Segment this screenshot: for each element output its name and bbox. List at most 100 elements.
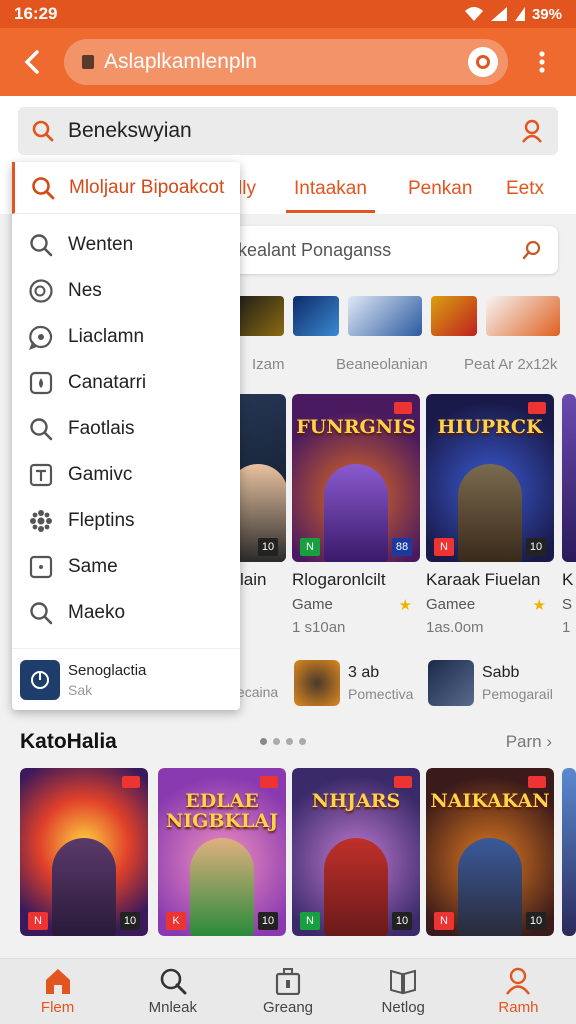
nav-search[interactable]: Mnleak <box>115 959 230 1024</box>
filter-label[interactable]: Peat Ar 2x12k <box>464 356 557 373</box>
game-card[interactable]: HIUPRCK N 10 Karaak Fiuelan Gamee ★ 1as.0… <box>426 394 554 636</box>
game-badge: 10 <box>392 912 412 930</box>
tab-1[interactable]: lly <box>238 178 256 200</box>
app-title: Senoglactia <box>68 661 147 679</box>
game-art <box>562 394 576 562</box>
suggestion-label: Liaclamn <box>68 326 145 347</box>
url-text: Aslaplkamlenpln <box>104 50 257 73</box>
url-bar[interactable]: Aslaplkamlenpln <box>64 39 508 85</box>
suggestion-item[interactable]: Wenten <box>12 222 240 268</box>
game-card[interactable] <box>562 768 576 936</box>
suggestion-top[interactable]: Mloljaur Bipoakcot <box>12 162 240 214</box>
app-icon <box>20 659 60 700</box>
chat-icon <box>28 324 54 350</box>
suggestion-label: Wenten <box>68 234 134 255</box>
game-card[interactable]: EDLAE NIGBKLAJ K 10 <box>158 768 286 936</box>
game-badge: 10 <box>258 912 278 930</box>
tab-switcher-icon <box>476 55 490 69</box>
suggestion-item[interactable]: Gamivc <box>12 452 240 498</box>
game-card[interactable]: NHJARS N 10 <box>292 768 420 936</box>
lock-icon <box>82 55 94 69</box>
game-subtitle: Gamee ★ <box>426 596 554 614</box>
game-art: NAIKAKAN N 10 <box>426 768 554 936</box>
app-subtitle: Pomectiva <box>348 686 414 702</box>
filter-label[interactable]: Izam <box>252 356 285 373</box>
wifi-icon <box>464 7 483 21</box>
suggestion-item[interactable]: Canatarri <box>12 360 240 406</box>
tab-2[interactable]: Intaakan <box>286 178 375 213</box>
app-item[interactable]: Sabb Pemogarail <box>428 660 553 706</box>
game-card[interactable]: NAIKAKAN N 10 <box>426 768 554 936</box>
status-icons: 39% <box>464 6 562 23</box>
tab-3[interactable]: Penkan <box>408 178 472 200</box>
search-icon <box>160 968 187 995</box>
signal-icon-2 <box>514 7 525 21</box>
more-vertical-icon <box>539 51 545 73</box>
tabs-button[interactable] <box>468 47 498 77</box>
ribbon-icon <box>528 776 546 788</box>
game-badge: N <box>434 538 454 556</box>
game-title: Karaak Fiuelan <box>426 570 541 589</box>
dot-square-icon <box>28 554 54 580</box>
drop-square-icon <box>28 370 54 396</box>
game-card[interactable]: FUNRGNIS N 88 Rlogaronlcilt Game ★ 1 s10a… <box>292 394 420 636</box>
nav-library[interactable]: Netlog <box>346 959 461 1024</box>
game-badge: 10 <box>258 538 278 556</box>
game-category: Gamee <box>426 596 476 613</box>
suggestion-item[interactable]: Same <box>12 544 240 590</box>
tab-4[interactable]: Eetx <box>506 178 544 200</box>
game-subtitle: S <box>562 596 573 613</box>
nav-home[interactable]: Flem <box>0 959 115 1024</box>
power-icon <box>31 670 49 689</box>
suggestion-item[interactable]: Faotlais <box>12 406 240 452</box>
suggestion-item[interactable]: Nes <box>12 268 240 314</box>
briefcase-icon <box>275 968 301 995</box>
secondary-search-input[interactable]: kealant Ponaganss <box>224 226 558 274</box>
thumbnail[interactable] <box>431 296 477 336</box>
nav-games[interactable]: Greang <box>230 959 345 1024</box>
thumbnail[interactable] <box>486 296 560 336</box>
game-subtitle: Game ★ <box>292 596 420 614</box>
more-menu-button[interactable] <box>508 28 576 96</box>
nav-label: Ramh <box>498 999 539 1016</box>
app-item[interactable]: 3 ab Pomectiva <box>294 660 413 706</box>
section-more-link[interactable]: Parn › <box>506 732 552 752</box>
game-art-title: FUNRGNIS <box>296 416 416 438</box>
game-title: K <box>562 570 574 589</box>
suggestion-item[interactable]: Maeko <box>12 590 240 636</box>
search-input[interactable]: Benekswyian <box>18 107 506 155</box>
game-badge: 10 <box>120 912 140 930</box>
book-icon <box>390 969 417 995</box>
signal-icon <box>490 7 507 21</box>
filter-label[interactable]: Beaneolanian <box>336 356 428 373</box>
suggestion-label: Mloljaur Bipoakcot <box>69 176 225 198</box>
thumbnail[interactable] <box>293 296 339 336</box>
game-downloads: 1 <box>562 619 571 636</box>
carousel-indicator <box>260 738 306 745</box>
status-time: 16:29 <box>14 4 58 23</box>
section-header: KatoHalia Parn › <box>0 728 576 764</box>
game-card[interactable]: N 10 <box>20 768 148 936</box>
ribbon-icon <box>122 776 140 788</box>
thumbnail[interactable] <box>348 296 422 336</box>
user-icon <box>506 967 531 995</box>
suggestion-label: Nes <box>68 280 102 301</box>
game-card[interactable]: K S 1 <box>562 394 576 636</box>
app-subtitle: Pemogarail <box>482 686 553 702</box>
chevron-left-icon <box>24 50 39 74</box>
game-art: EDLAE NIGBKLAJ K 10 <box>158 768 286 936</box>
suggestion-label: Canatarri <box>68 372 147 393</box>
nav-profile[interactable]: Ramh <box>461 959 576 1024</box>
game-character <box>324 838 388 936</box>
flower-icon <box>28 508 54 534</box>
app-title: 3 ab <box>348 664 380 681</box>
suggestion-item[interactable]: Liaclamn <box>12 314 240 360</box>
profile-button[interactable] <box>506 107 558 155</box>
game-title: Rlogaronlcilt <box>292 570 386 589</box>
game-character <box>324 464 388 562</box>
game-badge: K <box>166 912 186 930</box>
suggestion-item[interactable]: Fleptins <box>12 498 240 544</box>
back-button[interactable] <box>0 28 64 96</box>
nav-label: Flem <box>40 999 75 1016</box>
suggestion-app-item[interactable]: Senoglactia Sak <box>12 648 240 710</box>
